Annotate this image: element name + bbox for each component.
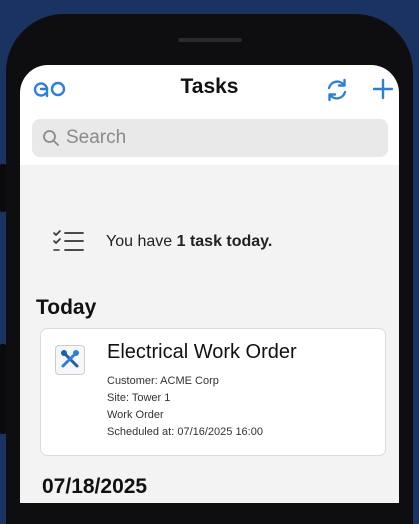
- task-type: Work Order: [107, 409, 164, 421]
- refresh-icon[interactable]: [324, 77, 350, 103]
- task-customer: Customer: ACME Corp: [107, 375, 219, 387]
- search-icon: [43, 130, 59, 146]
- task-summary-prefix: You have: [106, 233, 177, 250]
- task-summary-count: 1 task today.: [176, 233, 273, 250]
- nav-header: Tasks: [20, 65, 399, 115]
- plus-icon[interactable]: [371, 77, 395, 101]
- task-title: Electrical Work Order: [107, 341, 297, 363]
- checklist-icon: [53, 230, 84, 251]
- phone-side-button: [0, 164, 6, 212]
- task-scheduled: Scheduled at: 07/16/2025 16:00: [107, 426, 263, 438]
- task-card[interactable]: Electrical Work Order Customer: ACME Cor…: [40, 328, 386, 456]
- phone-side-button: [0, 344, 6, 434]
- search-bar[interactable]: [32, 119, 388, 157]
- app-screen: Tasks You have 1 task today. Today: [20, 65, 399, 503]
- task-type-icon-box: [55, 345, 85, 375]
- section-header-today: Today: [36, 296, 97, 319]
- phone-speaker: [178, 38, 242, 42]
- section-header-date: 07/18/2025: [42, 475, 148, 498]
- tools-icon: [61, 350, 79, 368]
- task-summary: You have 1 task today.: [106, 233, 272, 251]
- search-input[interactable]: [66, 119, 366, 157]
- task-site: Site: Tower 1: [107, 392, 171, 404]
